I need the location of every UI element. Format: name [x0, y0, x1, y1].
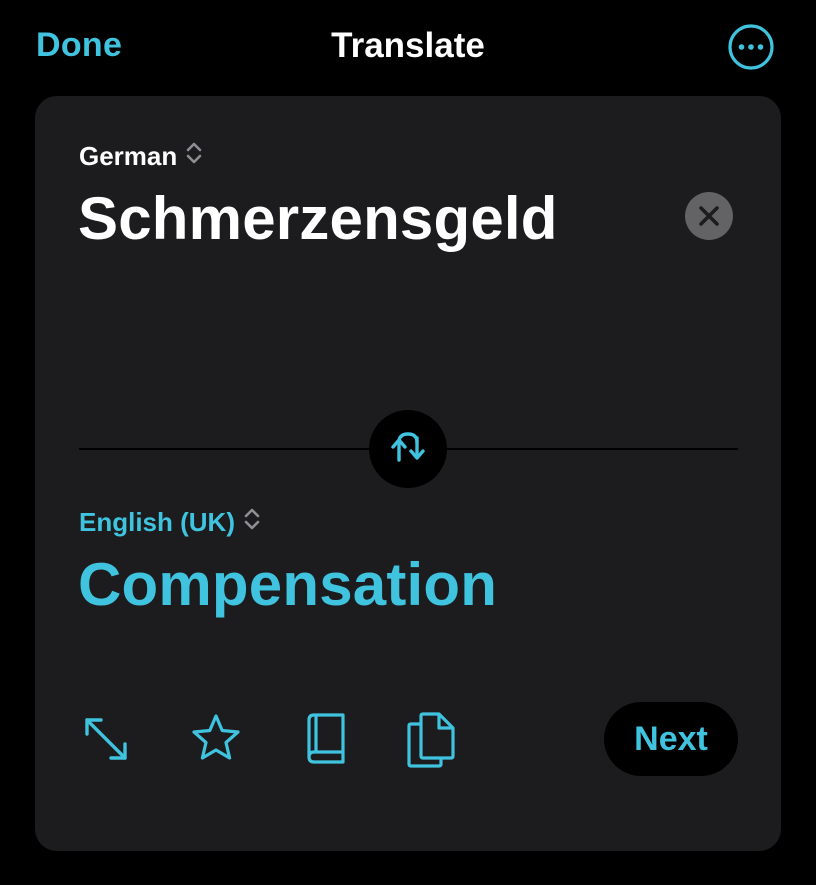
star-icon: [192, 714, 240, 760]
target-language-picker[interactable]: English (UK): [79, 506, 261, 539]
favorite-button[interactable]: [188, 708, 244, 768]
clear-button[interactable]: [685, 192, 733, 240]
source-text[interactable]: Schmerzensgeld: [78, 184, 558, 253]
done-button[interactable]: Done: [36, 26, 122, 65]
page-title: Translate: [331, 26, 485, 65]
chevron-up-down-icon: [185, 140, 203, 173]
translated-text: Compensation: [78, 551, 498, 618]
next-button[interactable]: Next: [604, 702, 738, 776]
dictionary-button[interactable]: [297, 708, 353, 768]
xmark-icon: [699, 206, 719, 226]
translation-card: German Schmerzensgeld English (UK) Compe…: [35, 96, 781, 851]
chevron-up-down-icon: [243, 506, 261, 539]
expand-button[interactable]: [79, 708, 135, 768]
ellipsis-circle-icon: [728, 24, 774, 70]
more-options-button[interactable]: [728, 24, 774, 70]
target-language-label: English (UK): [79, 507, 235, 537]
book-icon: [307, 713, 345, 764]
source-language-label: German: [79, 141, 178, 171]
navigation-bar: Done Translate: [0, 0, 816, 96]
expand-arrows-icon: [85, 718, 127, 760]
swap-languages-button[interactable]: [369, 410, 447, 488]
source-language-picker[interactable]: German: [79, 140, 203, 173]
copy-documents-icon: [407, 712, 455, 768]
copy-button[interactable]: [403, 708, 459, 768]
swap-arrows-icon: [391, 432, 425, 462]
